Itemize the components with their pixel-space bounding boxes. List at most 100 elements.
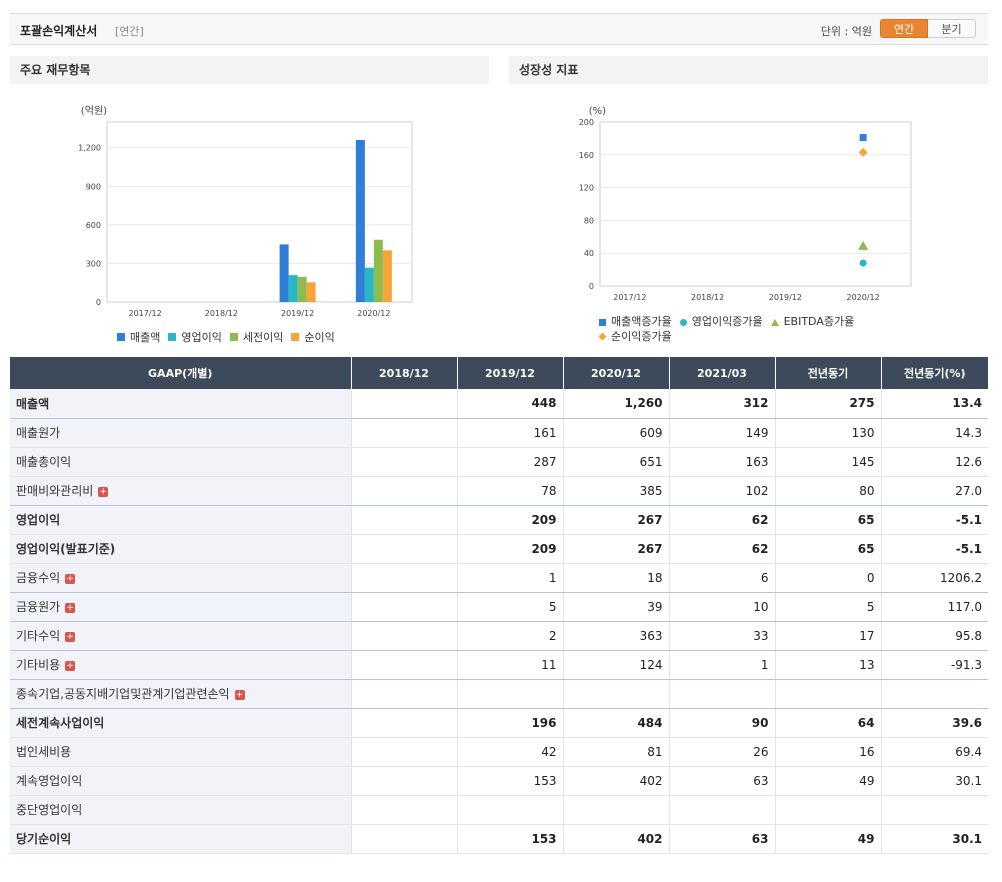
bar-순이익	[382, 250, 392, 302]
row-label-text: 금융수익	[16, 571, 61, 585]
marker-매출액증가율	[859, 134, 867, 142]
y-tick-label: 0	[589, 282, 594, 291]
table-cell: 153	[456, 824, 563, 854]
expand-icon[interactable]: +	[65, 602, 76, 613]
table-cell: 63	[668, 824, 775, 854]
table-row: 매출총이익 287 651 163 145 12.6	[10, 447, 988, 477]
table-cell: 30.1	[880, 824, 988, 854]
legend-label: 영업이익증가율	[691, 315, 763, 328]
table-cell	[668, 795, 775, 825]
table-cell	[350, 563, 457, 593]
bar-세전이익	[373, 239, 383, 302]
legend-label: 세전이익	[242, 331, 284, 344]
table-cell	[562, 679, 669, 709]
y-tick-label: 120	[579, 184, 594, 193]
row-label: 매출원가	[10, 418, 351, 448]
row-label-text: 영업이익(발표기준)	[16, 542, 116, 556]
legend-label: 영업이익	[181, 331, 222, 344]
y-tick-label: 1,200	[78, 144, 101, 153]
table-cell: 13	[774, 650, 881, 680]
table-cell: 0	[774, 563, 881, 593]
table-cell: 163	[668, 447, 775, 477]
table-row: 기타비용 +11 124 1 13 -91.3	[10, 650, 988, 680]
table-cell: 209	[456, 534, 563, 564]
table-cell: 209	[456, 505, 563, 535]
table-row: 영업이익(발표기준) 209 267 62 65 -5.1	[10, 534, 988, 564]
row-label-text: 영업이익	[16, 513, 61, 527]
table-row: 금융원가 +5 39 10 5 117.0	[10, 592, 988, 622]
table-cell	[350, 824, 457, 854]
legend-label: 순이익증가율	[611, 329, 672, 343]
table-cell	[774, 679, 881, 709]
expand-icon[interactable]: +	[234, 689, 245, 700]
table-row: 계속영업이익 153 402 63 49 30.1	[10, 766, 988, 796]
quarter-toggle-button[interactable]: 분기	[928, 19, 976, 38]
row-label: 매출총이익	[10, 447, 351, 477]
expand-icon[interactable]: +	[65, 631, 76, 642]
legend-item: 매출액증가율	[599, 315, 672, 329]
x-tick-label: 2018/12	[205, 309, 238, 318]
y-tick-label: 160	[579, 151, 594, 160]
expand-icon[interactable]: +	[98, 486, 109, 497]
table-cell: 117.0	[880, 592, 988, 622]
row-label: 영업이익(발표기준)	[10, 534, 351, 564]
table-cell: 62	[668, 534, 775, 564]
table-cell: -5.1	[880, 505, 988, 535]
row-label-text: 종속기업,공동지배기업및관계기업관련손익	[16, 687, 230, 701]
table-cell	[562, 795, 669, 825]
legend-item: 매출액	[117, 329, 160, 345]
row-label-text: 매출액	[16, 396, 50, 411]
table-cell: 65	[774, 534, 881, 564]
table-cell: 18	[562, 563, 669, 593]
row-label-text: 중단영업이익	[16, 803, 83, 817]
growth-panel: 성장성 지표 (%) 0 40 80 120 160 200 2017/12 2018/12 20…	[509, 56, 988, 356]
column-header: 2021/03	[668, 357, 775, 389]
bar-영업이익	[288, 275, 298, 302]
table-cell: 402	[562, 766, 669, 796]
row-label: 당기순이익	[10, 824, 351, 854]
expand-icon[interactable]: +	[65, 660, 76, 671]
table-cell: 5	[774, 592, 881, 622]
annual-toggle-button[interactable]: 연간	[880, 19, 928, 38]
row-label: 중단영업이익	[10, 795, 351, 825]
column-header: 2020/12	[562, 357, 669, 389]
key-items-legend: 매출액 영업이익 세전이익 순이익	[117, 329, 343, 345]
table-cell: 62	[668, 505, 775, 535]
row-label-text: 계속영업이익	[16, 774, 83, 788]
legend-item: 영업이익	[168, 329, 222, 345]
table-cell: 16	[774, 737, 881, 767]
row-label-text: 기타비용	[16, 658, 61, 672]
legend-item: 순이익증가율	[598, 329, 672, 344]
row-label: 매출액	[10, 389, 351, 419]
table-cell: 2	[456, 621, 563, 651]
table-cell	[456, 679, 563, 709]
row-label: 종속기업,공동지배기업및관계기업관련손익 +	[10, 679, 351, 709]
bar-순이익	[306, 282, 316, 302]
legend-swatch	[770, 318, 779, 326]
legend-item: 순이익	[291, 329, 335, 345]
table-cell	[350, 766, 457, 796]
table-cell: 484	[562, 708, 669, 738]
legend-label: 매출액증가율	[611, 315, 672, 328]
table-cell: 95.8	[880, 621, 988, 651]
table-cell: 27.0	[880, 476, 988, 506]
legend-swatch	[229, 333, 238, 341]
table-cell: 363	[562, 621, 669, 651]
table-cell: 145	[774, 447, 881, 477]
table-row: 영업이익 209 267 62 65 -5.1	[10, 505, 988, 535]
table-cell: 90	[668, 708, 775, 738]
table-cell: -91.3	[880, 650, 988, 680]
expand-icon[interactable]: +	[65, 573, 76, 584]
table-cell	[350, 621, 457, 651]
y-tick-label: 200	[579, 118, 594, 127]
statement-title: 포괄손익계산서	[20, 24, 98, 38]
table-cell: 102	[668, 476, 775, 506]
table-cell	[350, 505, 457, 535]
row-label-text: 당기순이익	[16, 832, 72, 846]
table-cell: 609	[562, 418, 669, 448]
column-header: 2019/12	[456, 357, 563, 389]
table-cell: 651	[562, 447, 669, 477]
table-cell: 64	[774, 708, 881, 738]
table-cell: 69.4	[880, 737, 988, 767]
table-cell	[350, 447, 457, 477]
